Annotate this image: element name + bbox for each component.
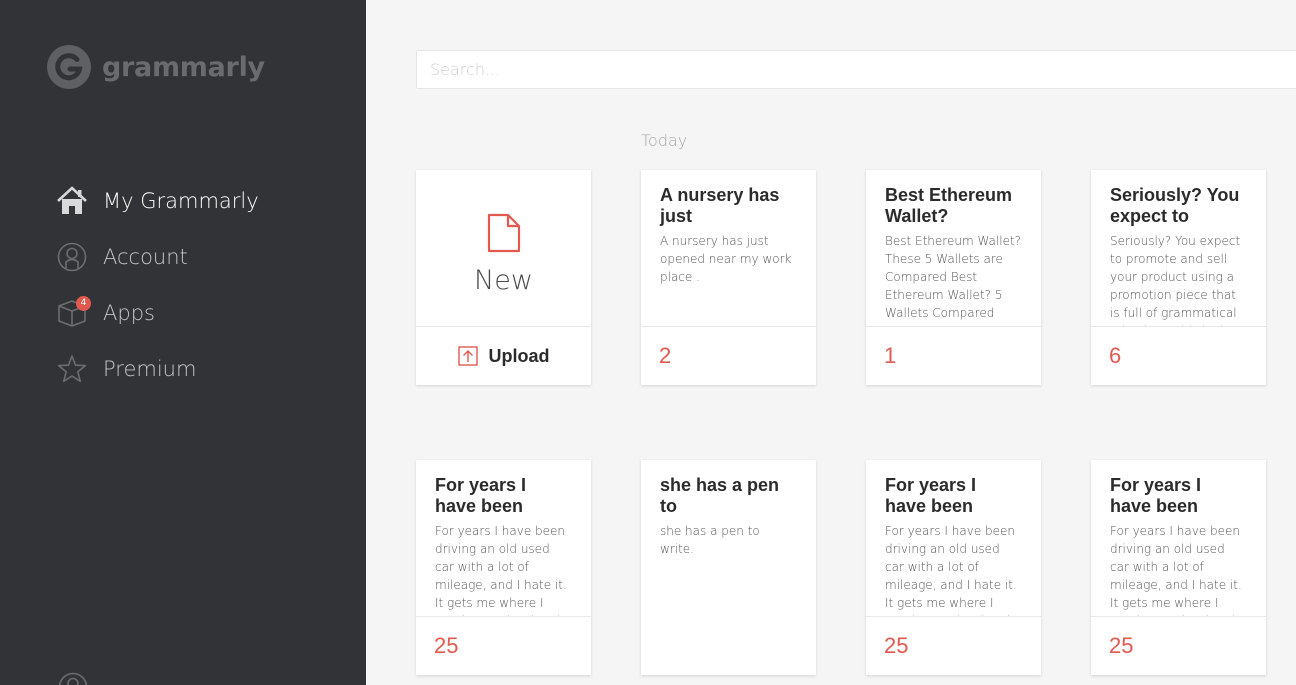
sidebar-item-account[interactable]: Account xyxy=(56,229,259,285)
document-card[interactable]: For years I have been For years I have b… xyxy=(416,460,591,675)
document-snippet: she has a pen to write. xyxy=(660,524,760,556)
issue-count: 25 xyxy=(884,633,909,658)
home-icon xyxy=(56,185,88,217)
new-document-card: New Upload xyxy=(416,170,591,385)
document-card[interactable]: A nursery has just A nursery has just op… xyxy=(641,170,816,385)
document-snippet: For years I have been driving an old use… xyxy=(1110,524,1247,617)
document-footer: 1 xyxy=(866,326,1041,385)
sidebar-item-label: Account xyxy=(103,245,188,269)
document-title: For years I have been xyxy=(435,475,527,516)
sidebar-item-apps[interactable]: 4 Apps xyxy=(56,285,259,341)
document-snippet: For years I have been driving an old use… xyxy=(885,524,1022,617)
star-icon xyxy=(56,353,88,385)
document-preview: Seriously? You expect to Seriously? You … xyxy=(1091,170,1266,327)
sidebar-nav: My Grammarly Account 4 Apps Premium xyxy=(56,173,259,397)
new-document-button[interactable]: New xyxy=(416,170,591,326)
sidebar-item-label: Premium xyxy=(103,357,197,381)
document-card[interactable]: For years I have been For years I have b… xyxy=(866,460,1041,675)
apps-badge: 4 xyxy=(76,296,91,311)
search-input[interactable] xyxy=(416,50,1296,89)
sidebar-item-label: My Grammarly xyxy=(103,189,259,213)
issue-count: 6 xyxy=(1109,343,1122,368)
document-snippet: A nursery has just opened near my work p… xyxy=(660,234,792,284)
document-title: Best Ethereum Wallet? xyxy=(885,185,1013,226)
document-card[interactable]: Seriously? You expect to Seriously? You … xyxy=(1091,170,1266,385)
new-document-icon xyxy=(487,213,520,253)
sidebar-item-my-grammarly[interactable]: My Grammarly xyxy=(56,173,259,229)
document-snippet: Best Ethereum Wallet? These 5 Wallets ar… xyxy=(885,234,1022,320)
document-preview: For years I have been For years I have b… xyxy=(866,460,1041,617)
document-preview: For years I have been For years I have b… xyxy=(1091,460,1266,617)
document-preview: she has a pen to she has a pen to write. xyxy=(641,460,816,675)
sidebar-item-premium[interactable]: Premium xyxy=(56,341,259,397)
apps-box-icon: 4 xyxy=(56,296,91,329)
document-title: she has a pen to xyxy=(660,475,780,516)
upload-icon xyxy=(457,346,478,366)
sidebar-item-label: Apps xyxy=(103,301,155,325)
issue-count: 25 xyxy=(434,633,459,658)
logo[interactable]: grammarly xyxy=(46,44,265,90)
issue-count: 1 xyxy=(884,343,897,368)
section-label-today: Today xyxy=(641,131,688,150)
issue-count: 2 xyxy=(659,343,672,368)
document-snippet: Seriously? You expect to promote and sel… xyxy=(1110,234,1241,327)
document-footer: 25 xyxy=(1091,616,1266,675)
document-title: Seriously? You expect to xyxy=(1110,185,1240,226)
document-title: For years I have been xyxy=(885,475,977,516)
upload-label: Upload xyxy=(488,345,550,366)
document-footer: 25 xyxy=(416,616,591,675)
document-snippet: For years I have been driving an old use… xyxy=(435,524,572,617)
grammarly-logo-icon xyxy=(47,45,91,89)
help-icon[interactable] xyxy=(58,672,88,685)
document-title: For years I have been xyxy=(1110,475,1202,516)
document-footer: 25 xyxy=(866,616,1041,675)
document-preview: A nursery has just A nursery has just op… xyxy=(641,170,816,327)
document-card[interactable]: she has a pen to she has a pen to write. xyxy=(641,460,816,675)
document-footer: 6 xyxy=(1091,326,1266,385)
document-title: A nursery has just xyxy=(660,185,780,226)
brand-name: grammarly xyxy=(102,51,265,83)
document-preview: Best Ethereum Wallet? Best Ethereum Wall… xyxy=(866,170,1041,327)
new-document-label: New xyxy=(474,265,533,296)
account-icon xyxy=(56,241,88,273)
document-card[interactable]: Best Ethereum Wallet? Best Ethereum Wall… xyxy=(866,170,1041,385)
sidebar: grammarly My Grammarly Account 4 Apps Pr… xyxy=(0,0,366,685)
document-preview: For years I have been For years I have b… xyxy=(416,460,591,617)
document-footer: 2 xyxy=(641,326,816,385)
upload-button[interactable]: Upload xyxy=(416,326,591,385)
issue-count: 25 xyxy=(1109,633,1134,658)
document-card[interactable]: For years I have been For years I have b… xyxy=(1091,460,1266,675)
